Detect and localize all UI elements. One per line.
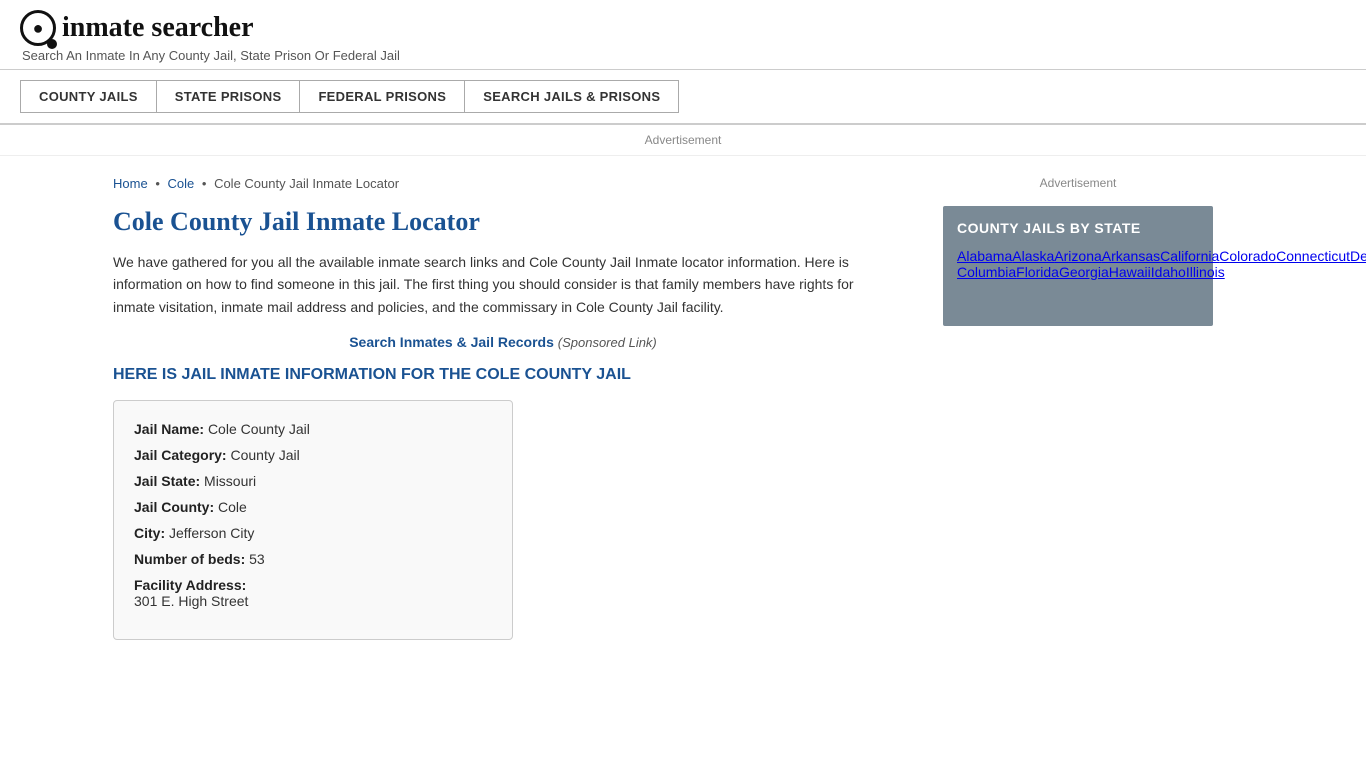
breadcrumb-cole[interactable]: Cole <box>168 176 195 191</box>
state-columns: AlabamaAlaskaArizonaArkansasCaliforniaCo… <box>957 248 1199 312</box>
info-row-beds: Number of beds: 53 <box>134 551 492 567</box>
sidebar-ad: Advertisement <box>943 176 1213 190</box>
nav-link-federal-prisons[interactable]: FEDERAL PRISONS <box>299 80 465 113</box>
jail-county-value: Cole <box>218 499 247 515</box>
section-heading: HERE IS JAIL INMATE INFORMATION FOR THE … <box>113 366 893 384</box>
nav-item-federal-prisons[interactable]: FEDERAL PRISONS <box>299 80 464 113</box>
nav-link-search[interactable]: SEARCH JAILS & PRISONS <box>464 80 679 113</box>
breadcrumb: Home • Cole • Cole County Jail Inmate Lo… <box>113 176 893 191</box>
state-link[interactable]: Connecticut <box>1276 248 1350 264</box>
beds-label: Number of beds: <box>134 551 245 567</box>
sidebar: Advertisement COUNTY JAILS BY STATE Alab… <box>923 156 1223 660</box>
main-nav: COUNTY JAILS STATE PRISONS FEDERAL PRISO… <box>0 70 1366 125</box>
sponsored-label: (Sponsored Link) <box>558 335 657 350</box>
info-box: Jail Name: Cole County Jail Jail Categor… <box>113 400 513 640</box>
city-value: Jefferson City <box>169 525 254 541</box>
city-label: City: <box>134 525 165 541</box>
state-link[interactable]: California <box>1160 248 1219 264</box>
state-link[interactable]: Colorado <box>1219 248 1276 264</box>
nav-link-state-prisons[interactable]: STATE PRISONS <box>156 80 301 113</box>
breadcrumb-sep1: • <box>155 176 160 191</box>
state-link[interactable]: Delaware <box>1350 248 1366 264</box>
address-value: 301 E. High Street <box>134 593 492 609</box>
state-link[interactable]: Hawaii <box>1109 264 1151 280</box>
breadcrumb-sep2: • <box>202 176 207 191</box>
nav-link-county-jails[interactable]: COUNTY JAILS <box>20 80 157 113</box>
info-row-jail-county: Jail County: Cole <box>134 499 492 515</box>
nav-item-state-prisons[interactable]: STATE PRISONS <box>156 80 300 113</box>
info-row-address: Facility Address: 301 E. High Street <box>134 577 492 609</box>
breadcrumb-current: Cole County Jail Inmate Locator <box>214 176 399 191</box>
state-link[interactable]: Idaho <box>1151 264 1186 280</box>
jail-name-label: Jail Name: <box>134 421 204 437</box>
jail-category-label: Jail Category: <box>134 447 227 463</box>
sponsored-link[interactable]: Search Inmates & Jail Records <box>349 334 554 350</box>
state-link[interactable]: Alabama <box>957 248 1012 264</box>
info-row-jail-category: Jail Category: County Jail <box>134 447 492 463</box>
state-link[interactable]: Arkansas <box>1102 248 1160 264</box>
info-row-city: City: Jefferson City <box>134 525 492 541</box>
ad-banner: Advertisement <box>0 125 1366 156</box>
info-row-jail-name: Jail Name: Cole County Jail <box>134 421 492 437</box>
address-label: Facility Address: <box>134 577 492 593</box>
sponsored-link-area: Search Inmates & Jail Records (Sponsored… <box>113 334 893 350</box>
info-row-jail-state: Jail State: Missouri <box>134 473 492 489</box>
state-box-title: COUNTY JAILS BY STATE <box>957 220 1199 236</box>
tagline: Search An Inmate In Any County Jail, Sta… <box>20 48 1346 63</box>
state-box: COUNTY JAILS BY STATE AlabamaAlaskaArizo… <box>943 206 1213 326</box>
state-link[interactable]: Georgia <box>1059 264 1109 280</box>
state-link[interactable]: Illinois <box>1186 264 1225 280</box>
logo-text-content: inmate searcher <box>62 12 254 43</box>
nav-item-search[interactable]: SEARCH JAILS & PRISONS <box>464 80 678 113</box>
header: ● inmate searcher Search An Inmate In An… <box>0 0 1366 70</box>
state-link[interactable]: Florida <box>1016 264 1059 280</box>
jail-name-value: Cole County Jail <box>208 421 310 437</box>
jail-county-label: Jail County: <box>134 499 214 515</box>
beds-value: 53 <box>249 551 265 567</box>
page-title: Cole County Jail Inmate Locator <box>113 207 893 237</box>
jail-state-value: Missouri <box>204 473 256 489</box>
jail-category-value: County Jail <box>230 447 299 463</box>
state-col-left: AlabamaAlaskaArizonaArkansasCaliforniaCo… <box>957 248 1366 312</box>
description: We have gathered for you all the availab… <box>113 251 893 318</box>
logo-area: ● inmate searcher <box>20 10 1346 46</box>
content-area: Home • Cole • Cole County Jail Inmate Lo… <box>83 156 923 660</box>
nav-item-county-jails[interactable]: COUNTY JAILS <box>20 80 156 113</box>
logo-text: inmate searcher <box>62 12 254 44</box>
state-link[interactable]: Alaska <box>1012 248 1054 264</box>
jail-state-label: Jail State: <box>134 473 200 489</box>
main-layout: Home • Cole • Cole County Jail Inmate Lo… <box>83 156 1283 660</box>
logo-icon: ● <box>20 10 56 46</box>
breadcrumb-home[interactable]: Home <box>113 176 148 191</box>
state-link[interactable]: Arizona <box>1054 248 1101 264</box>
